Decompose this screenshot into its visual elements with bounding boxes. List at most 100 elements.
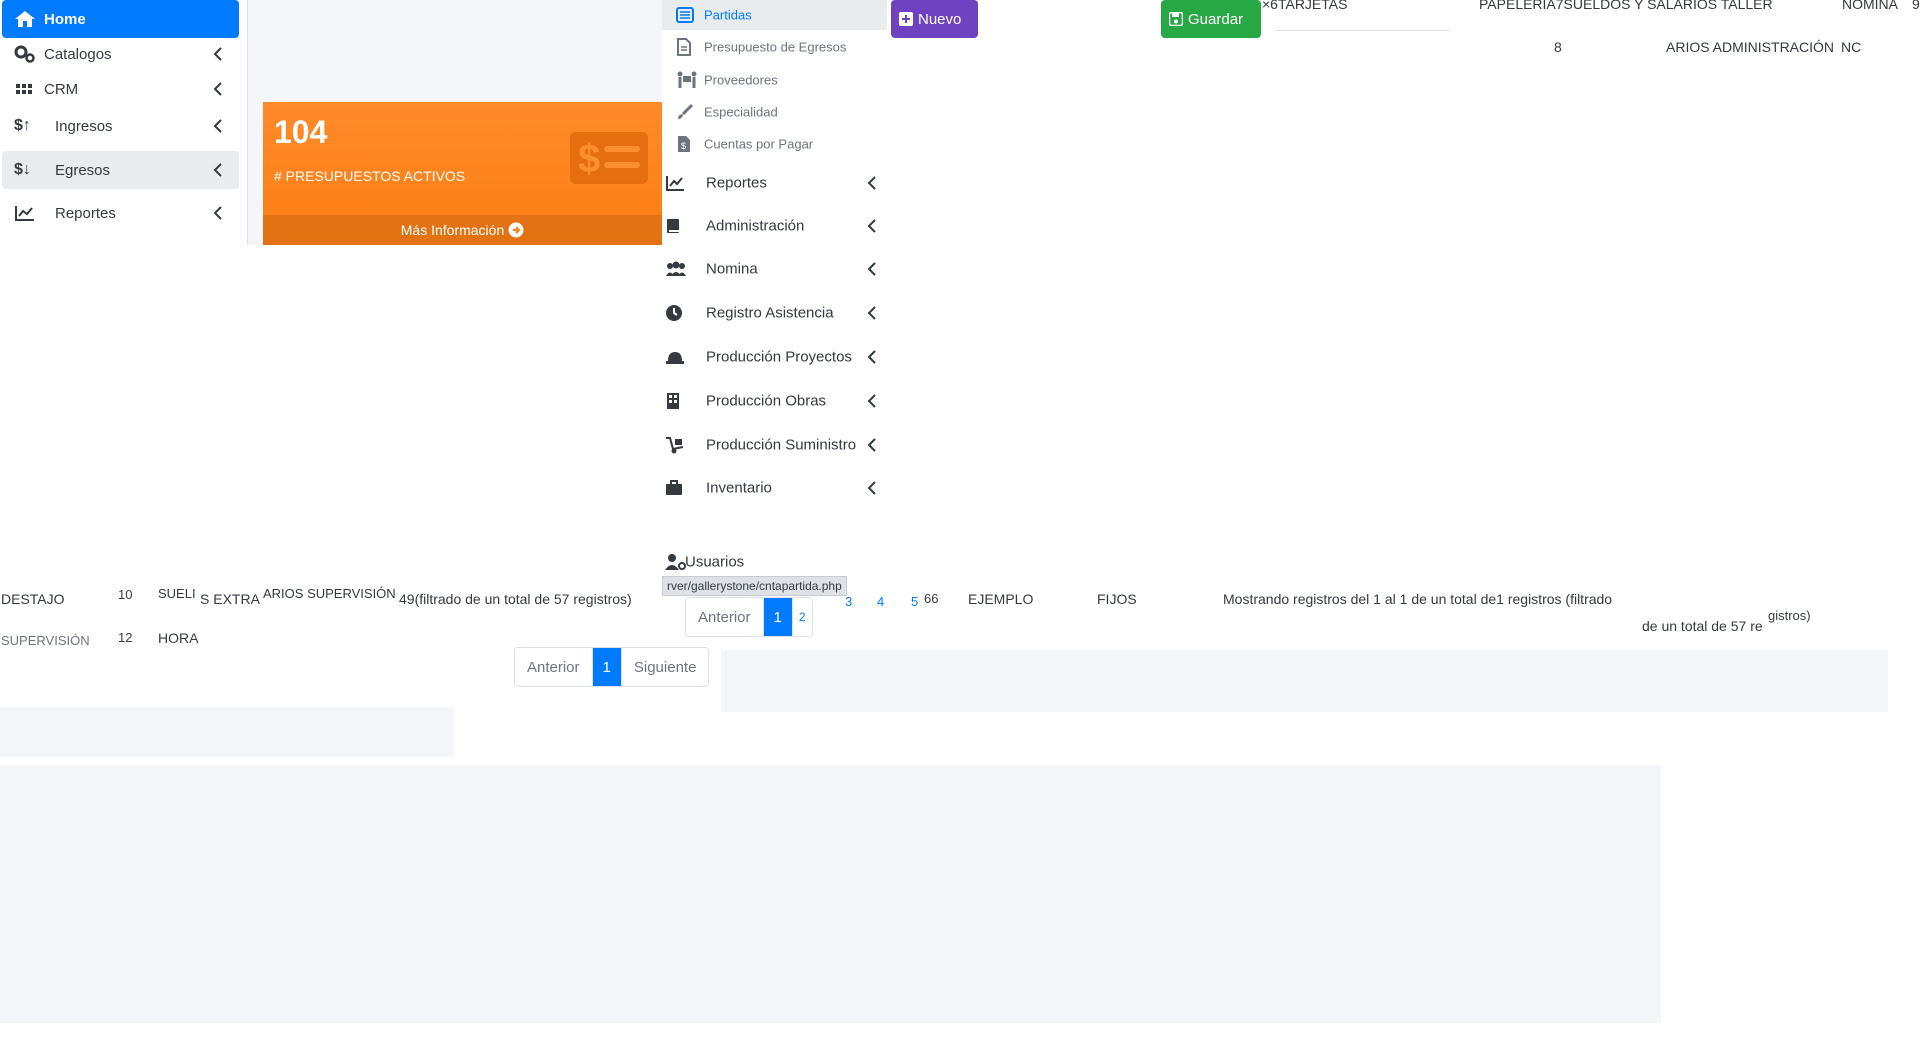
chevron-left-icon bbox=[213, 119, 223, 133]
chevron-left-icon bbox=[867, 394, 877, 408]
table-cell: S EXTRA bbox=[200, 591, 260, 607]
chevron-left-icon bbox=[867, 481, 877, 495]
chevron-left-icon bbox=[213, 47, 223, 61]
file-icon bbox=[676, 38, 692, 56]
table-info-text: gistros) bbox=[1768, 608, 1811, 623]
table-cell: ARIOS ADMINISTRACIÓN bbox=[1666, 39, 1835, 55]
more-info-link[interactable]: Más Información bbox=[263, 215, 662, 245]
menu-item-partidas[interactable]: Partidas bbox=[662, 0, 887, 30]
list-icon bbox=[676, 7, 694, 23]
menu-item-label: Presupuesto de Egresos bbox=[704, 39, 847, 55]
save-icon bbox=[1169, 12, 1183, 26]
menu-item-usuarios[interactable]: Usuarios bbox=[662, 544, 887, 580]
sidebar-item-ingresos[interactable]: $↑ Ingresos bbox=[2, 107, 239, 145]
menu-item-cuentas-por-pagar[interactable]: $ Cuentas por Pagar bbox=[662, 129, 887, 159]
pagination-page[interactable]: 5 bbox=[911, 594, 918, 609]
nuevo-label: Nuevo bbox=[918, 10, 962, 28]
cogs-icon bbox=[14, 45, 36, 63]
book-icon bbox=[665, 217, 681, 235]
table-cell: ARIOS SUPERVISIÓN bbox=[263, 586, 396, 601]
people-carry-icon bbox=[676, 71, 698, 89]
main-sidebar: Home Catalogos CRM $↑ Ingresos $↓ Egreso… bbox=[0, 0, 246, 245]
table-cell: PAPELERIA7SUELDOS Y SALARIOS TALLER bbox=[1479, 0, 1773, 12]
menu-item-label: Usuarios bbox=[685, 553, 745, 571]
pagination-page[interactable]: 4 bbox=[877, 594, 884, 609]
pagination-prev[interactable]: Anterior bbox=[515, 648, 593, 686]
menu-item-proveedores[interactable]: Proveedores bbox=[662, 65, 887, 95]
chevron-left-icon bbox=[213, 206, 223, 220]
menu-item-produccion-obras[interactable]: Producción Obras bbox=[662, 383, 887, 419]
pagination-next[interactable]: Siguiente bbox=[621, 648, 709, 686]
sidebar-item-catalogos[interactable]: Catalogos bbox=[2, 35, 239, 73]
chevron-left-icon bbox=[867, 176, 877, 190]
menu-item-label: Especialidad bbox=[704, 104, 778, 120]
menu-item-inventario[interactable]: Inventario bbox=[662, 470, 887, 506]
menu-item-label: Reportes bbox=[706, 174, 767, 192]
user-cog-icon bbox=[665, 553, 687, 571]
clock-icon bbox=[665, 304, 683, 322]
home-icon bbox=[14, 10, 36, 28]
menu-item-reportes[interactable]: Reportes bbox=[662, 165, 887, 201]
table-cell: 10 bbox=[118, 587, 133, 602]
table-cell: DESTAJO bbox=[1, 591, 65, 607]
chevron-left-icon bbox=[213, 163, 223, 177]
svg-text:$: $ bbox=[578, 137, 600, 181]
menu-item-label: Producción Suministro bbox=[706, 436, 857, 454]
guardar-button[interactable]: Guardar bbox=[1161, 0, 1261, 38]
sidebar-item-reportes[interactable]: Reportes bbox=[2, 194, 239, 232]
pagination-b: Anterior 1 Siguiente bbox=[514, 647, 710, 687]
menu-item-label: Registro Asistencia bbox=[706, 304, 834, 322]
table-row bbox=[1275, 0, 1450, 31]
pagination-page-current[interactable]: 1 bbox=[592, 648, 622, 686]
pagination-page[interactable]: 3 bbox=[845, 594, 852, 609]
table-cell: FIJOS bbox=[1097, 591, 1137, 607]
menu-item-label: Producción Proyectos bbox=[706, 348, 852, 366]
money-bill-icon: $ bbox=[568, 130, 650, 186]
chevron-left-icon bbox=[213, 82, 223, 96]
users-icon bbox=[665, 260, 687, 278]
brush-icon bbox=[676, 103, 694, 121]
menu-item-administracion[interactable]: Administración bbox=[662, 208, 887, 244]
menu-item-label: Producción Obras bbox=[706, 392, 827, 410]
menu-item-presupuesto-egresos[interactable]: Presupuesto de Egresos bbox=[662, 32, 887, 62]
table-info-text: de un total de 57 re bbox=[1642, 618, 1763, 634]
table-cell: SUPERVISIÓN bbox=[1, 633, 90, 648]
sidebar-item-label: Reportes bbox=[55, 204, 116, 222]
menu-item-produccion-proyectos[interactable]: Producción Proyectos bbox=[662, 339, 887, 375]
sidebar-item-crm[interactable]: CRM bbox=[2, 70, 239, 108]
hard-hat-icon bbox=[665, 348, 685, 366]
sidebar-item-label: Home bbox=[44, 10, 86, 28]
table-cell: NOMINA bbox=[1842, 0, 1898, 12]
briefcase-icon bbox=[665, 479, 683, 497]
table-cell: EJEMPLO bbox=[968, 591, 1034, 607]
table-cell: HORA bbox=[158, 630, 199, 646]
svg-text:$: $ bbox=[681, 141, 686, 151]
pagination-page-current[interactable]: 1 bbox=[763, 598, 793, 636]
chevron-left-icon bbox=[867, 219, 877, 233]
sidebar-item-home[interactable]: Home bbox=[2, 0, 239, 38]
pagination-a: Anterior 1 2 bbox=[685, 597, 813, 637]
pagination-prev[interactable]: Anterior bbox=[686, 598, 764, 636]
chart-line-icon bbox=[14, 204, 36, 222]
content-background bbox=[0, 765, 1661, 1023]
table-info-text: 49(filtrado de un total de 57 registros) bbox=[399, 591, 632, 607]
menu-item-label: Inventario bbox=[706, 479, 772, 497]
menu-item-especialidad[interactable]: Especialidad bbox=[662, 97, 887, 127]
menu-item-label: Cuentas por Pagar bbox=[704, 136, 814, 152]
sidebar-item-egresos[interactable]: $↓ Egresos bbox=[2, 151, 239, 189]
menu-item-nomina[interactable]: Nomina bbox=[662, 251, 887, 287]
menu-item-registro-asistencia[interactable]: Registro Asistencia bbox=[662, 295, 887, 331]
table-cell: 66 bbox=[924, 591, 939, 606]
info-box-number: 104 bbox=[274, 114, 328, 150]
menu-item-produccion-suministro[interactable]: Producción Suministro bbox=[662, 427, 887, 463]
building-icon bbox=[665, 392, 681, 410]
chevron-left-icon bbox=[867, 306, 877, 320]
presupuestos-info-box: 104 # PRESUPUESTOS ACTIVOS $ Más Informa… bbox=[263, 102, 662, 245]
pagination-page[interactable]: 2 bbox=[792, 598, 812, 636]
chevron-left-icon bbox=[867, 262, 877, 276]
nuevo-button[interactable]: Nuevo bbox=[891, 0, 978, 38]
chevron-left-icon bbox=[867, 438, 877, 452]
dolly-icon bbox=[665, 436, 685, 454]
file-invoice-icon: $ bbox=[676, 135, 692, 153]
table-cell: 9 bbox=[1912, 0, 1920, 12]
